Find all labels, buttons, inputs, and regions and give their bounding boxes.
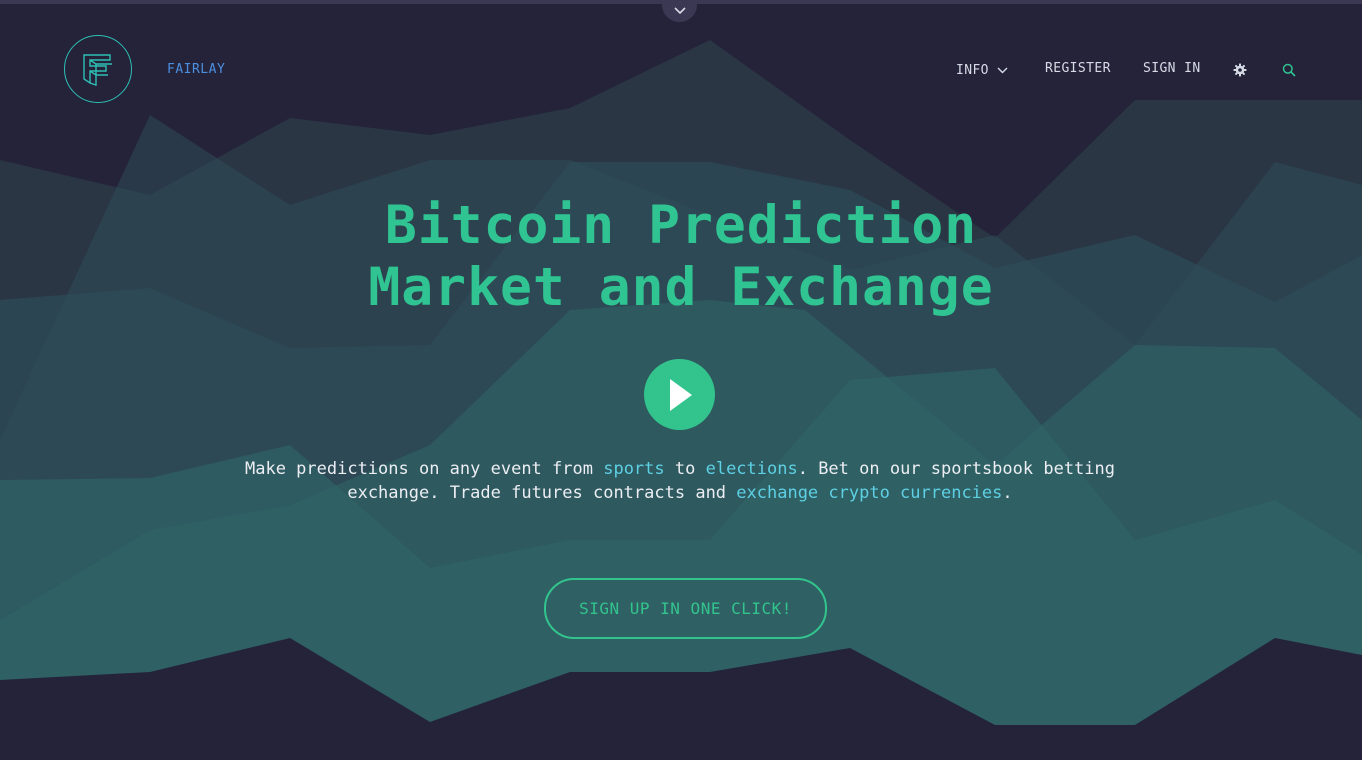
search-icon — [1282, 63, 1296, 77]
chevron-down-icon — [997, 67, 1008, 73]
hero-title-line-1: Bitcoin Prediction — [384, 195, 978, 256]
desc-text-4: . — [1002, 483, 1013, 503]
sign-up-button[interactable]: SIGN UP IN ONE CLICK! — [544, 578, 827, 639]
play-video-button[interactable] — [644, 359, 715, 430]
exchange-crypto-link[interactable]: exchange crypto currencies — [736, 483, 1002, 503]
search-button[interactable] — [1282, 62, 1296, 81]
nav-sign-in[interactable]: SIGN IN — [1143, 61, 1201, 79]
sports-link[interactable]: sports — [603, 459, 664, 479]
play-icon — [669, 378, 692, 411]
hero-description: Make predictions on any event from sport… — [200, 457, 1160, 505]
logo[interactable] — [64, 35, 132, 103]
nav-info-label: INFO — [956, 62, 989, 78]
settings-button[interactable] — [1233, 62, 1247, 81]
gear-icon — [1233, 63, 1247, 77]
fairlay-logo-icon — [83, 54, 112, 86]
desc-text-1: Make predictions on any event from — [244, 459, 604, 479]
nav-register[interactable]: REGISTER — [1045, 61, 1111, 79]
hero-title: Bitcoin Prediction Market and Exchange — [0, 195, 1362, 319]
brand-name[interactable]: FAIRLAY — [167, 62, 225, 77]
desc-text-2: to — [664, 459, 706, 479]
hero-title-line-2: Market and Exchange — [368, 257, 994, 318]
chevron-down-icon — [673, 7, 686, 15]
elections-link[interactable]: elections — [706, 459, 798, 479]
nav-info[interactable]: INFO — [956, 61, 1008, 79]
